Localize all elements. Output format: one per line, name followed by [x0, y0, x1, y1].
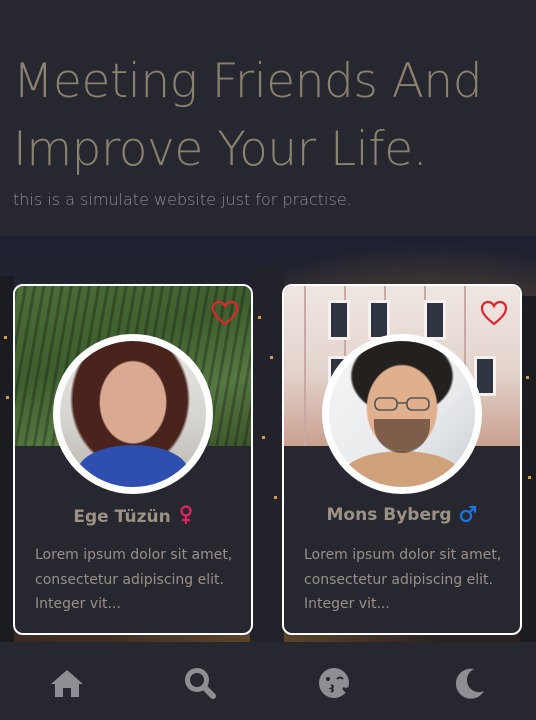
profile-card[interactable]: Mons Byberg Lorem ipsum dolor sit amet, …: [282, 284, 522, 635]
profile-name-row: Mons Byberg: [284, 505, 520, 528]
profile-name: Ege Tüzün: [73, 507, 171, 527]
avatar: [329, 341, 475, 487]
profile-name: Mons Byberg: [326, 505, 452, 525]
male-icon: [459, 505, 477, 528]
heart-outline-icon[interactable]: [211, 300, 239, 326]
avatar: [60, 341, 206, 487]
profile-bio: Lorem ipsum dolor sit amet, consectetur …: [35, 547, 233, 612]
avatar-frame: [322, 334, 482, 494]
profile-bio: Lorem ipsum dolor sit amet, consectetur …: [304, 547, 502, 612]
bottom-navbar: [0, 642, 536, 720]
female-icon: [179, 505, 193, 530]
moon-icon[interactable]: [452, 666, 488, 700]
search-icon[interactable]: [182, 666, 218, 700]
profile-name-row: Ege Tüzün: [15, 505, 251, 530]
heart-outline-icon[interactable]: [480, 300, 508, 326]
page-title: Meeting Friends And Improve Your Life.: [13, 54, 483, 177]
profile-card[interactable]: Ege Tüzün Lorem ipsum dolor sit amet, co…: [13, 284, 253, 635]
kiss-emoji-icon[interactable]: [316, 666, 352, 700]
hero-section: Meeting Friends And Improve Your Life. t…: [0, 0, 536, 236]
home-icon[interactable]: [49, 666, 85, 700]
page-subtitle: this is a simulate website just for prac…: [13, 190, 352, 209]
avatar-frame: [53, 334, 213, 494]
